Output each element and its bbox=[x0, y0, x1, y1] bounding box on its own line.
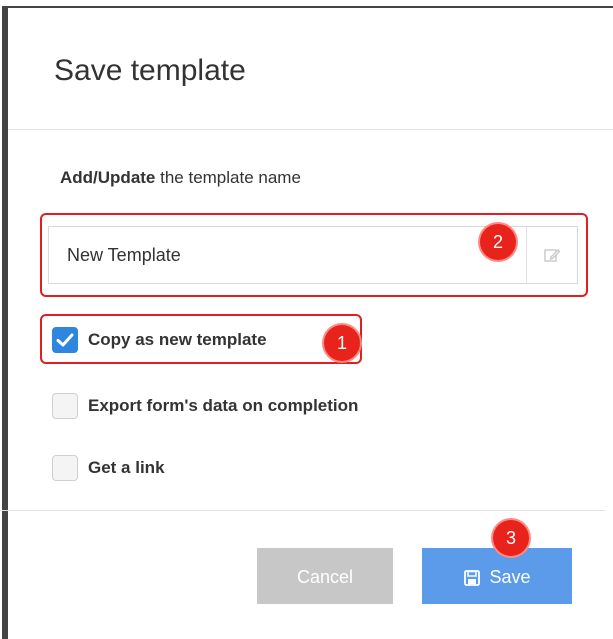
export-data-checkbox[interactable] bbox=[52, 393, 78, 419]
template-name-label-rest: the template name bbox=[155, 168, 301, 187]
callout-badge-3: 3 bbox=[493, 520, 529, 556]
copy-as-new-checkbox[interactable] bbox=[52, 327, 78, 353]
export-data-label: Export form's data on completion bbox=[88, 396, 359, 415]
get-link-label: Get a link bbox=[88, 458, 165, 477]
cancel-button[interactable]: Cancel bbox=[257, 548, 393, 604]
template-name-label: Add/Update the template name bbox=[60, 168, 301, 188]
floppy-disk-icon bbox=[464, 570, 481, 587]
dialog-header: Save template bbox=[8, 8, 613, 130]
copy-as-new-label: Copy as new template bbox=[88, 330, 267, 349]
template-name-input[interactable] bbox=[49, 227, 523, 283]
save-button[interactable]: Save bbox=[422, 548, 572, 604]
callout-badge-2: 2 bbox=[480, 224, 516, 260]
template-name-label-bold: Add/Update bbox=[60, 168, 156, 187]
edit-name-button[interactable] bbox=[526, 227, 577, 283]
dialog-title: Save template bbox=[54, 54, 246, 87]
option-export-data[interactable]: Export form's data on completion bbox=[52, 391, 358, 421]
callout-badge-1: 1 bbox=[324, 325, 360, 361]
checkmark-icon bbox=[56, 333, 74, 347]
option-copy-as-new[interactable]: Copy as new template bbox=[52, 325, 267, 355]
edit-icon bbox=[544, 249, 561, 262]
save-button-label: Save bbox=[489, 567, 531, 587]
option-get-link[interactable]: Get a link bbox=[52, 453, 165, 483]
get-link-checkbox[interactable] bbox=[52, 455, 78, 481]
footer-divider bbox=[0, 510, 605, 511]
